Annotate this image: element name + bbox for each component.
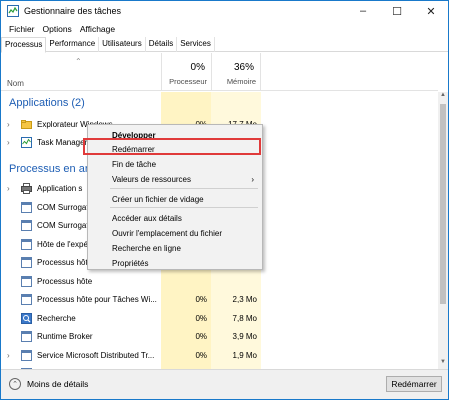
process-memory: 1,9 Mo <box>232 351 257 360</box>
tab-services[interactable]: Services <box>177 37 215 52</box>
expand-chevron-icon[interactable]: › <box>7 351 10 360</box>
window-icon <box>21 220 32 231</box>
window-icon <box>21 202 32 213</box>
scroll-thumb[interactable] <box>440 104 446 304</box>
column-header: ⌃ Nom 0% Processeur 36% Mémoire <box>1 53 438 91</box>
menu-affichage[interactable]: Affichage <box>76 24 119 34</box>
list-item[interactable]: Runtime Broker 0% 3,9 Mo <box>1 328 438 346</box>
window-icon <box>21 294 32 305</box>
context-menu-item[interactable]: Recherche en ligne <box>88 241 262 256</box>
window-icon <box>21 257 32 268</box>
window-icon <box>21 239 32 250</box>
process-cpu: 0% <box>195 314 207 323</box>
process-memory: 7,8 Mo <box>232 314 257 323</box>
cpu-label: Processeur <box>169 77 207 86</box>
search-process-icon <box>21 313 32 324</box>
expand-chevron-icon[interactable]: › <box>7 184 10 193</box>
highlight-box-redemarrer <box>83 138 261 155</box>
context-menu-item[interactable]: Ouvrir l'emplacement du fichier <box>88 226 262 241</box>
window-icon <box>21 350 32 361</box>
process-cpu: 0% <box>195 351 207 360</box>
scroll-down-icon[interactable]: ▼ <box>438 359 448 369</box>
context-menu-item[interactable]: Valeurs de ressources › <box>88 172 262 187</box>
sort-arrow-icon: ⌃ <box>75 57 82 66</box>
tab-processus[interactable]: Processus <box>1 37 47 53</box>
task-manager-app-icon <box>7 5 19 17</box>
context-menu-separator <box>110 188 258 189</box>
maximize-button[interactable]: ☐ <box>380 1 414 21</box>
context-menu-label: Ouvrir l'emplacement du fichier <box>112 229 223 238</box>
column-memory[interactable]: 36% Mémoire <box>211 53 261 91</box>
context-menu-label: Propriétés <box>112 259 149 268</box>
section-applications: Applications (2) <box>9 97 85 109</box>
menu-options[interactable]: Options <box>39 24 76 34</box>
process-name: Recherche <box>37 314 76 323</box>
folder-icon <box>21 119 32 130</box>
title-bar: Gestionnaire des tâches – ☐ ✕ <box>1 1 448 21</box>
minimize-button[interactable]: – <box>346 1 380 21</box>
taskmgr-icon <box>21 137 32 148</box>
list-item[interactable]: › Service Microsoft Distributed Tr... 0% 1,… <box>1 347 438 365</box>
window-icon <box>21 276 32 287</box>
less-details-label: Moins de détails <box>27 379 89 389</box>
column-name[interactable]: Nom <box>7 79 24 88</box>
scroll-up-icon[interactable]: ▲ <box>438 92 448 102</box>
column-cpu[interactable]: 0% Processeur <box>161 53 211 91</box>
context-menu-item[interactable]: Propriétés <box>88 256 262 271</box>
context-menu-separator <box>110 207 258 208</box>
tab-performance[interactable]: Performance <box>46 37 100 52</box>
footer: ⌃ Moins de détails Redémarrer <box>1 369 448 399</box>
context-menu-label: Fin de tâche <box>112 160 157 169</box>
list-item[interactable]: Processus hôte <box>1 273 438 291</box>
context-menu-label: Recherche en ligne <box>112 244 181 253</box>
process-cpu: 0% <box>195 295 207 304</box>
cpu-total: 0% <box>190 62 205 73</box>
process-name: Processus hôte pour Tâches Wi... <box>37 295 157 304</box>
process-cpu: 0% <box>195 332 207 341</box>
vertical-scrollbar[interactable]: ▲ ▼ <box>438 92 448 369</box>
list-item[interactable]: Processus hôte pour Tâches Wi... 0% 2,3 Mo <box>1 291 438 309</box>
collapse-up-icon: ⌃ <box>9 378 21 390</box>
context-menu-item[interactable]: Fin de tâche <box>88 157 262 172</box>
process-name: Processus hôte <box>37 277 93 286</box>
process-memory: 3,9 Mo <box>232 332 257 341</box>
printer-icon <box>21 183 32 194</box>
list-item[interactable]: Recherche 0% 7,8 Mo <box>1 310 438 328</box>
expand-chevron-icon[interactable]: › <box>7 120 10 129</box>
process-name: Service Microsoft Distributed Tr... <box>37 351 155 360</box>
context-menu-item[interactable]: Créer un fichier de vidage <box>88 192 262 207</box>
less-details-link[interactable]: ⌃ Moins de détails <box>9 378 88 390</box>
window-title: Gestionnaire des tâches <box>24 6 122 16</box>
submenu-arrow-icon: › <box>251 175 254 184</box>
section-background: Processus en arr <box>9 163 93 175</box>
menu-fichier[interactable]: Fichier <box>5 24 39 34</box>
close-button[interactable]: ✕ <box>414 1 448 21</box>
process-name: Runtime Broker <box>37 332 93 341</box>
context-menu-label: Valeurs de ressources <box>112 175 191 184</box>
tab-bar: Processus Performance Utilisateurs Détai… <box>1 37 448 53</box>
context-menu-label: Accéder aux détails <box>112 214 182 223</box>
context-menu-label: Créer un fichier de vidage <box>112 195 204 204</box>
tab-utilisateurs[interactable]: Utilisateurs <box>99 37 146 52</box>
menu-bar: Fichier Options Affichage <box>1 21 119 37</box>
memory-label: Mémoire <box>226 77 256 86</box>
context-menu-item[interactable]: Accéder aux détails <box>88 211 262 226</box>
window-icon <box>21 331 32 342</box>
restart-button[interactable]: Redémarrer <box>386 376 442 392</box>
process-memory: 2,3 Mo <box>232 295 257 304</box>
tab-details[interactable]: Détails <box>146 37 178 52</box>
task-manager-window: Gestionnaire des tâches – ☐ ✕ Fichier Op… <box>0 0 449 400</box>
memory-total: 36% <box>233 62 254 73</box>
expand-chevron-icon[interactable]: › <box>7 138 10 147</box>
